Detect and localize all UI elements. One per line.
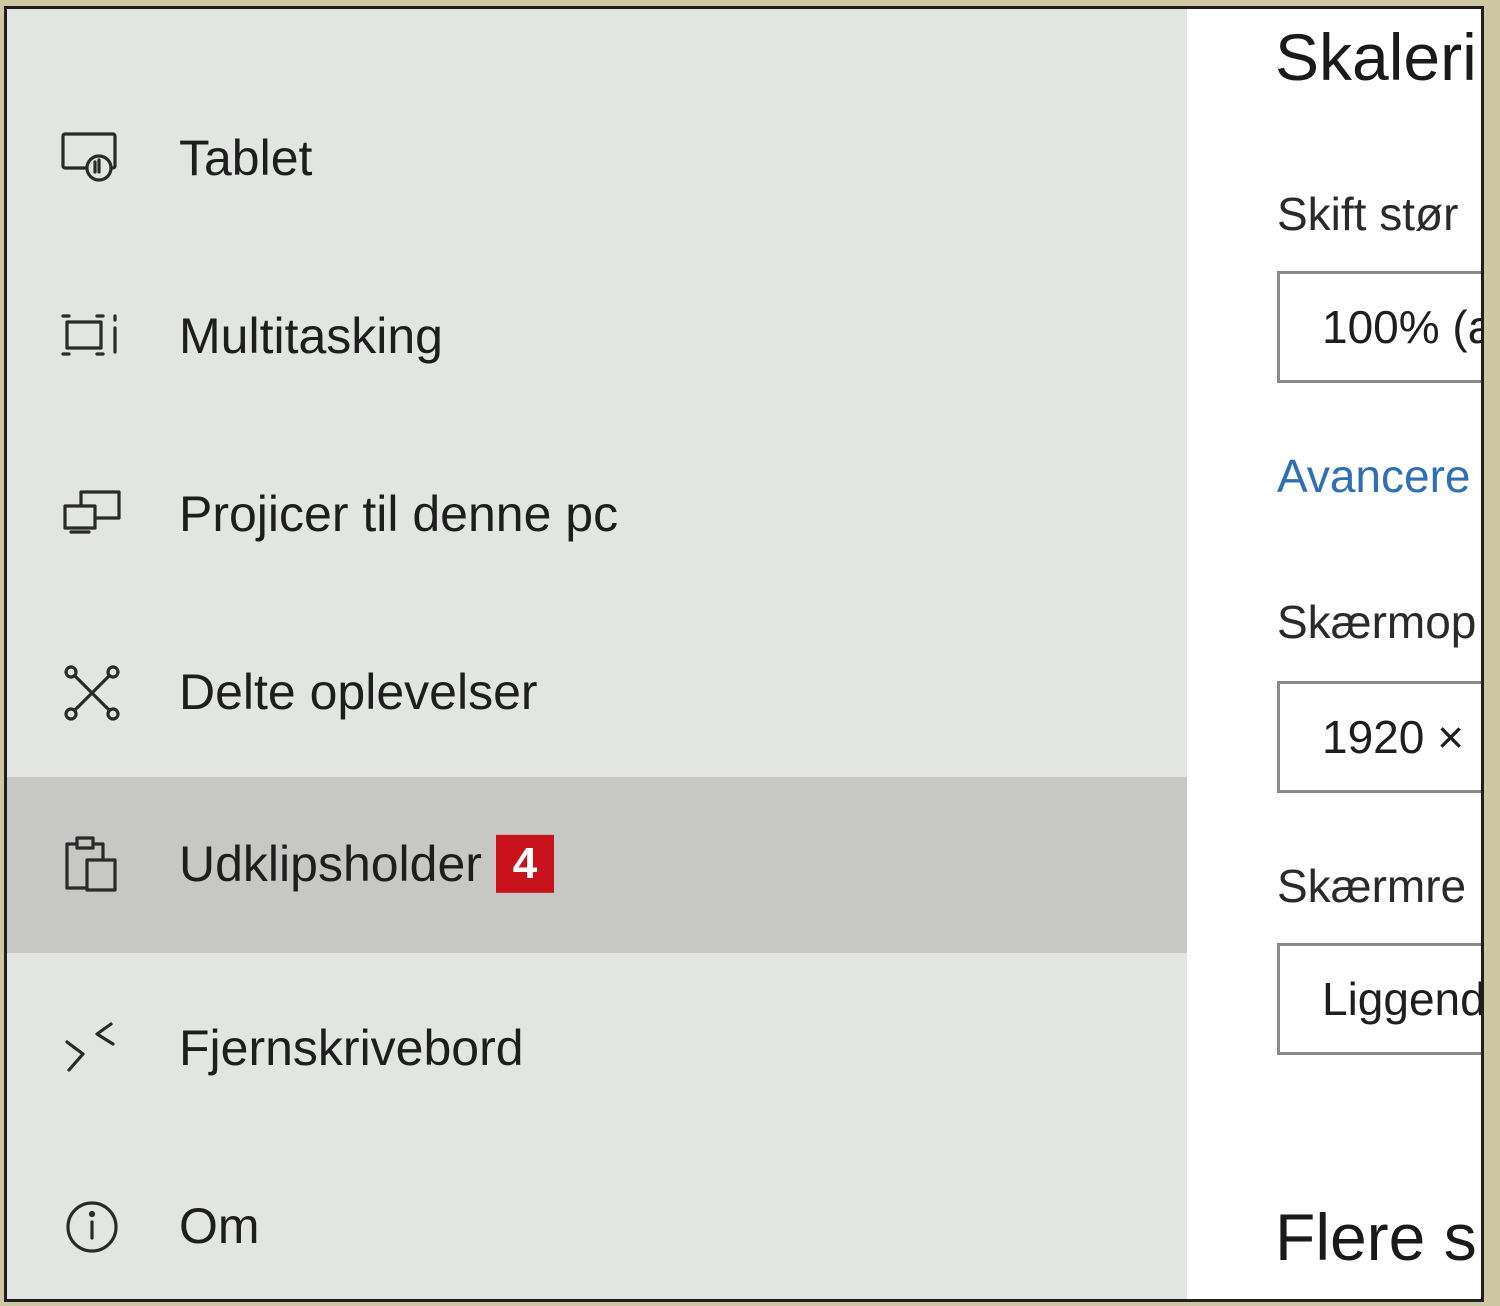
orientation-dropdown-value: Liggend <box>1322 973 1484 1025</box>
sidebar-item-label: Delte oplevelser <box>179 663 538 720</box>
sidebar-item-project[interactable]: Projicer til denne pc <box>7 427 1187 603</box>
settings-window: Tablet Multitasking Projicer til denne p… <box>4 6 1484 1302</box>
sidebar-item-label: Udklipsholder <box>179 835 482 892</box>
shared-experiences-icon <box>57 658 127 728</box>
scale-size-label: Skift stør <box>1277 188 1459 240</box>
sidebar-item-shared-experiences[interactable]: Delte oplevelser <box>7 605 1187 781</box>
multiple-displays-heading: Flere sk <box>1275 1200 1481 1274</box>
advanced-scaling-link[interactable]: Avancere <box>1277 449 1471 503</box>
sidebar: Tablet Multitasking Projicer til denne p… <box>7 9 1187 1299</box>
sidebar-item-label: Multitasking <box>179 307 443 364</box>
orientation-dropdown[interactable]: Liggend <box>1277 943 1484 1055</box>
clipboard-icon <box>57 830 127 900</box>
scaling-heading: Skaleri <box>1275 20 1477 94</box>
remote-desktop-icon <box>57 1014 127 1084</box>
info-icon <box>57 1192 127 1262</box>
scale-dropdown-value: 100% (a <box>1322 301 1484 353</box>
orientation-label: Skærmre <box>1277 860 1467 912</box>
sidebar-item-remote-desktop[interactable]: Fjernskrivebord <box>7 961 1187 1137</box>
multitasking-icon <box>57 302 127 372</box>
sidebar-item-label: Om <box>179 1197 260 1254</box>
resolution-dropdown[interactable]: 1920 × <box>1277 681 1481 793</box>
sidebar-item-clipboard[interactable]: Udklipsholder 4 <box>7 777 1187 953</box>
sidebar-item-label: Fjernskrivebord <box>179 1019 524 1076</box>
sidebar-item-tablet[interactable]: Tablet <box>7 71 1187 247</box>
main-content: Skaleri Skift stør 100% (a Avancere Skær… <box>1187 9 1484 1299</box>
sidebar-item-multitasking[interactable]: Multitasking <box>7 249 1187 425</box>
resolution-dropdown-value: 1920 × <box>1322 711 1464 763</box>
notification-badge: 4 <box>495 834 554 893</box>
tablet-icon <box>57 124 127 194</box>
sidebar-item-about[interactable]: Om <box>7 1139 1187 1299</box>
resolution-label: Skærmop <box>1277 596 1477 648</box>
scale-dropdown[interactable]: 100% (a <box>1277 271 1484 383</box>
sidebar-item-label: Projicer til denne pc <box>179 485 619 542</box>
project-icon <box>57 480 127 550</box>
sidebar-item-label: Tablet <box>179 129 313 186</box>
